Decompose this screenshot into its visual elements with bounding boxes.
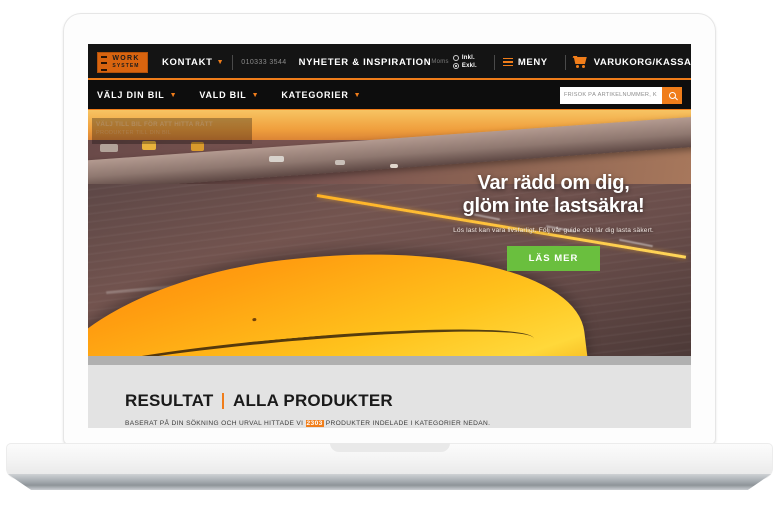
vat-label: Moms <box>431 59 449 65</box>
laptop-base-notch <box>329 443 450 452</box>
hero-ghost-line2: PRODUKTER TILL DIN BIL <box>96 130 172 136</box>
cart-label: VARUKORG/KASSA <box>593 56 691 68</box>
nav-kontakt[interactable]: KONTAKT ▼ <box>162 57 224 68</box>
phone-number[interactable]: 010333 3544 <box>241 59 286 66</box>
subnav-item-label: KATEGORIER <box>281 90 349 100</box>
vat-inkl-label: Inkl. <box>461 55 475 61</box>
vat-option-inkl[interactable]: Inkl. <box>452 55 477 61</box>
hero-distant-car <box>100 144 119 152</box>
hero-copy-block: Var rädd om dig, glöm inte lastsäkra! Lö… <box>426 172 681 271</box>
menu-button[interactable]: MENY <box>502 56 548 68</box>
hero-distant-car <box>389 164 398 168</box>
site-topbar: WORK SYSTEM KONTAKT ▼ 010333 3544 NYHETE… <box>88 44 691 80</box>
work-system-logo[interactable]: WORK SYSTEM <box>97 51 148 73</box>
subnav-item-vald-bil[interactable]: VALD BIL ▼ <box>199 90 259 100</box>
hero-distant-car <box>335 160 346 165</box>
results-section: RESULTAT ALLA PRODUKTER BASERAT PÅ DIN S… <box>88 365 691 428</box>
results-sub-before: BASERAT PÅ DIN SÖKNING OCH URVAL HITTADE… <box>125 420 304 427</box>
logo-line1: WORK <box>112 55 140 62</box>
logo-bars-icon <box>101 55 107 71</box>
chevron-down-icon: ▼ <box>169 91 178 99</box>
divider <box>232 54 234 70</box>
cart-checkout-button[interactable]: VARUKORG/KASSA <box>572 56 691 68</box>
results-title-left: RESULTAT <box>125 391 214 410</box>
vat-option-exkl[interactable]: Exkl. <box>452 63 477 69</box>
nav-nyheter-inspiration[interactable]: NYHETER & INSPIRATION <box>299 57 432 68</box>
logo-line2: SYSTEM <box>112 63 140 69</box>
site-subnav: VÄLJ DIN BIL ▼ VALD BIL ▼ KATEGORIER ▼ <box>88 80 691 110</box>
hero-headline-line1: Var rädd om dig, <box>477 172 630 194</box>
browser-viewport: WORK SYSTEM KONTAKT ▼ 010333 3544 NYHETE… <box>88 44 691 428</box>
chevron-down-icon: ▼ <box>353 91 362 99</box>
hero-cta-button[interactable]: LÄS MER <box>506 246 601 271</box>
title-separator <box>222 393 224 409</box>
results-title-right: ALLA PRODUKTER <box>232 391 393 410</box>
hamburger-icon <box>502 57 513 67</box>
menu-label: MENY <box>517 56 548 68</box>
subnav-item-kategorier[interactable]: KATEGORIER ▼ <box>281 90 361 100</box>
laptop-base <box>6 443 773 479</box>
radio-inkl-icon[interactable] <box>452 55 459 61</box>
chevron-down-icon: ▼ <box>216 58 225 66</box>
search-button[interactable] <box>662 86 682 104</box>
page-title: RESULTAT ALLA PRODUKTER <box>125 391 691 411</box>
chevron-down-icon: ▼ <box>251 91 260 99</box>
subnav-item-valj-din-bil[interactable]: VÄLJ DIN BIL ▼ <box>97 90 177 100</box>
divider <box>493 54 495 70</box>
laptop-mockup: WORK SYSTEM KONTAKT ▼ 010333 3544 NYHETE… <box>0 0 779 520</box>
hero-ghost-line1: VÄLJ TILL BIL FÖR ATT HITTA RÄTT <box>96 121 213 128</box>
shopping-cart-icon <box>572 56 588 68</box>
results-sub-after: PRODUKTER INDELADE I KATEGORIER NEDAN. <box>325 420 491 427</box>
subnav-item-label: VALD BIL <box>199 90 247 100</box>
hero-distant-car <box>268 156 284 162</box>
vat-toggle-group: Moms Inkl. Exkl. <box>431 55 477 69</box>
hero-hood-bolt <box>252 317 257 322</box>
results-count-badge: 2303 <box>305 420 324 427</box>
hero-headline-line2: glöm inte lastsäkra! <box>462 195 645 217</box>
radio-exkl-icon[interactable] <box>452 63 459 69</box>
search-input[interactable] <box>560 86 662 104</box>
section-divider-band <box>88 356 691 365</box>
search-icon <box>668 91 676 99</box>
nav-kontakt-label: KONTAKT <box>162 56 213 68</box>
hero-headline: Var rädd om dig, glöm inte lastsäkra! <box>426 172 681 218</box>
hero-dropdown-ghost-panel: VÄLJ TILL BIL FÖR ATT HITTA RÄTT PRODUKT… <box>92 118 252 144</box>
nav-nyheter-label: NYHETER & INSPIRATION <box>298 56 432 68</box>
laptop-base-lip <box>7 474 772 490</box>
results-subtitle: BASERAT PÅ DIN SÖKNING OCH URVAL HITTADE… <box>125 420 691 427</box>
search-box <box>560 86 682 104</box>
subnav-item-label: VÄLJ DIN BIL <box>97 90 165 100</box>
vat-options: Inkl. Exkl. <box>452 55 477 69</box>
hero-banner: VÄLJ TILL BIL FÖR ATT HITTA RÄTT PRODUKT… <box>88 110 691 356</box>
divider <box>564 54 566 70</box>
hero-subtext: Lös last kan vara livsfarligt. Följ vår … <box>453 227 654 234</box>
vat-exkl-label: Exkl. <box>461 63 477 69</box>
